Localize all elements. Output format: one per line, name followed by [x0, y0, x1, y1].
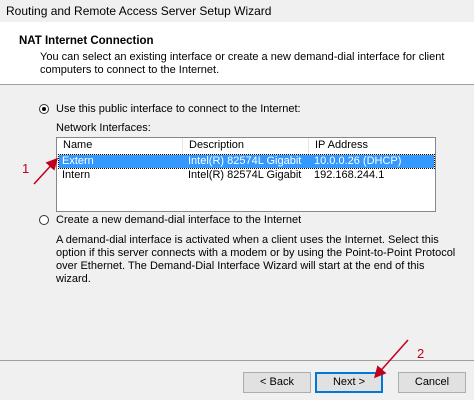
annotation-arrow-2: [374, 339, 409, 379]
annotation-arrow-1: [33, 157, 59, 185]
annotation-arrows: [33, 157, 409, 379]
